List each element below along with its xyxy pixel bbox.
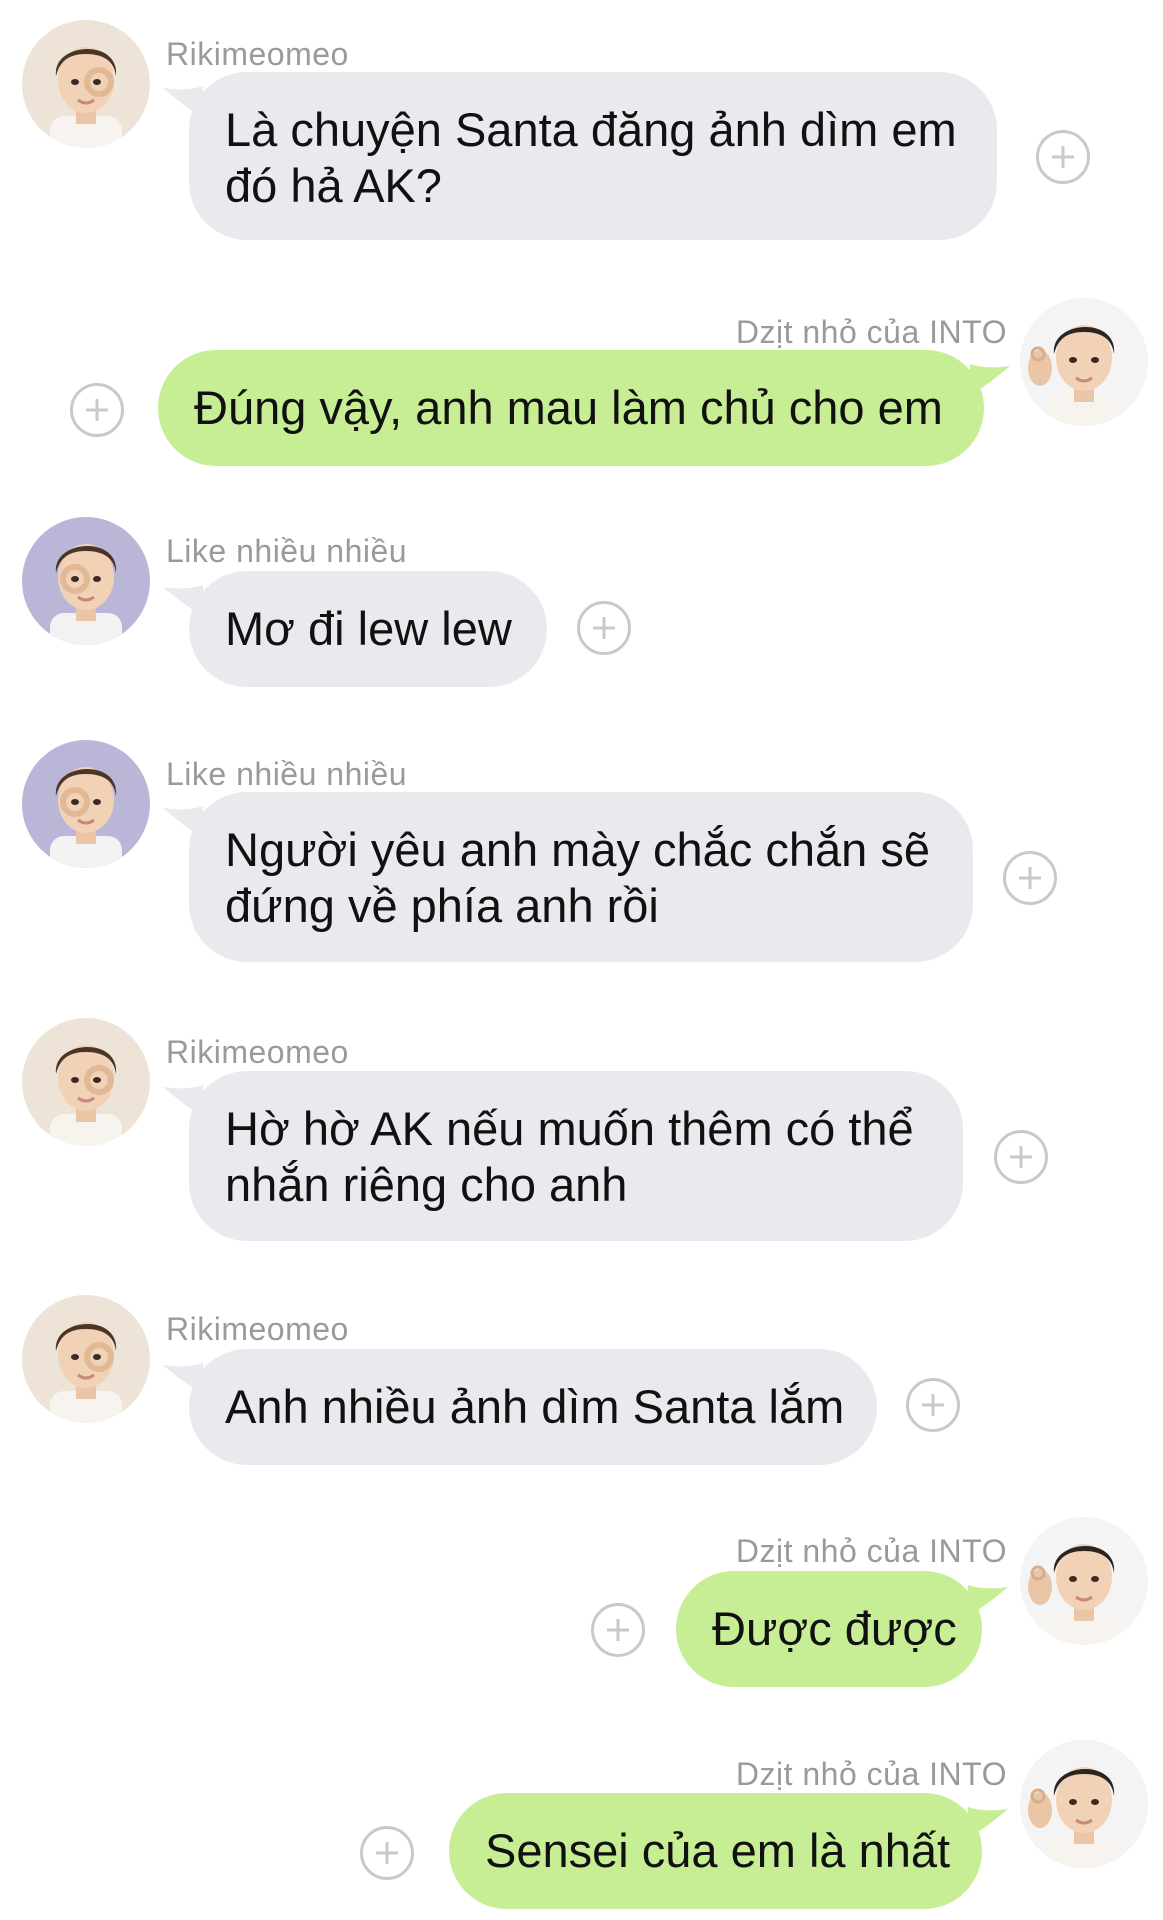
bubble-tail xyxy=(968,1571,1008,1627)
message-text-line: Anh nhiều ảnh dìm Santa lắm xyxy=(225,1380,845,1433)
add-reaction-icon[interactable] xyxy=(1036,130,1090,184)
sender-name: Dzịt nhỏ của INTO xyxy=(735,1533,1007,1569)
message-text-line: đứng về phía anh rồi xyxy=(225,879,659,932)
bubble-tail xyxy=(163,1349,203,1405)
avatar-rikimeomeo[interactable] xyxy=(22,1295,150,1423)
avatar-rikimeomeo[interactable] xyxy=(22,1018,150,1146)
bubble-tail xyxy=(163,792,203,848)
sender-name: Rikimeomeo xyxy=(166,1034,349,1070)
chat-thread: Rikimeomeo Là chuyện Santa đăng ảnh dìm e… xyxy=(0,0,1163,1920)
message-text-line: Hờ hờ AK nếu muốn thêm có thể xyxy=(225,1102,914,1155)
sender-name: Rikimeomeo xyxy=(166,36,349,72)
avatar-like-nhieu[interactable] xyxy=(22,517,150,645)
avatar-dzit-nho[interactable] xyxy=(1020,1517,1148,1645)
sender-name: Dzịt nhỏ của INTO xyxy=(735,1756,1007,1792)
add-reaction-icon[interactable] xyxy=(1003,851,1057,905)
message-text-line: Mơ đi lew lew xyxy=(225,602,512,655)
outgoing-message-bubble[interactable]: Được được xyxy=(676,1571,1008,1687)
message-text-line: Người yêu anh mày chắc chắn sẽ xyxy=(225,823,930,876)
outgoing-message-bubble[interactable]: Sensei của em là nhất xyxy=(449,1793,1008,1909)
avatar-rikimeomeo[interactable] xyxy=(22,20,150,148)
add-reaction-icon[interactable] xyxy=(577,601,631,655)
incoming-message-bubble[interactable]: Người yêu anh mày chắc chắn sẽ đứng về ph… xyxy=(163,792,973,962)
avatar-like-nhieu[interactable] xyxy=(22,740,150,868)
message-text-line: nhắn riêng cho anh xyxy=(225,1158,628,1211)
incoming-message-bubble[interactable]: Mơ đi lew lew xyxy=(163,571,547,687)
add-reaction-icon[interactable] xyxy=(70,383,124,437)
add-reaction-icon[interactable] xyxy=(591,1603,645,1657)
sender-name: Like nhiều nhiều xyxy=(166,756,408,792)
add-reaction-icon[interactable] xyxy=(906,1378,960,1432)
sender-name: Like nhiều nhiều xyxy=(166,533,408,569)
incoming-message-bubble[interactable]: Anh nhiều ảnh dìm Santa lắm xyxy=(163,1349,877,1465)
bubble-tail xyxy=(968,1793,1008,1849)
message-text-line: Được được xyxy=(712,1602,957,1655)
sender-name: Rikimeomeo xyxy=(166,1311,349,1347)
incoming-message-bubble[interactable]: Là chuyện Santa đăng ảnh dìm em đó hả AK? xyxy=(163,72,997,240)
message-text-line: Là chuyện Santa đăng ảnh dìm em xyxy=(225,103,957,156)
bubble-tail xyxy=(163,1071,203,1127)
bubble-tail xyxy=(970,350,1010,406)
incoming-message-bubble[interactable]: Hờ hờ AK nếu muốn thêm có thể nhắn riêng … xyxy=(163,1071,963,1241)
message-text-line: Sensei của em là nhất xyxy=(485,1824,951,1877)
message-text-line: Đúng vậy, anh mau làm chủ cho em xyxy=(194,381,943,434)
avatar-dzit-nho[interactable] xyxy=(1020,298,1148,426)
add-reaction-icon[interactable] xyxy=(360,1826,414,1880)
bubble-tail xyxy=(163,571,203,627)
add-reaction-icon[interactable] xyxy=(994,1130,1048,1184)
outgoing-message-bubble[interactable]: Đúng vậy, anh mau làm chủ cho em xyxy=(158,350,1010,466)
avatar-dzit-nho[interactable] xyxy=(1020,1740,1148,1868)
sender-name: Dzịt nhỏ của INTO xyxy=(735,314,1007,350)
message-text-line: đó hả AK? xyxy=(225,159,442,212)
bubble-tail xyxy=(163,72,203,128)
